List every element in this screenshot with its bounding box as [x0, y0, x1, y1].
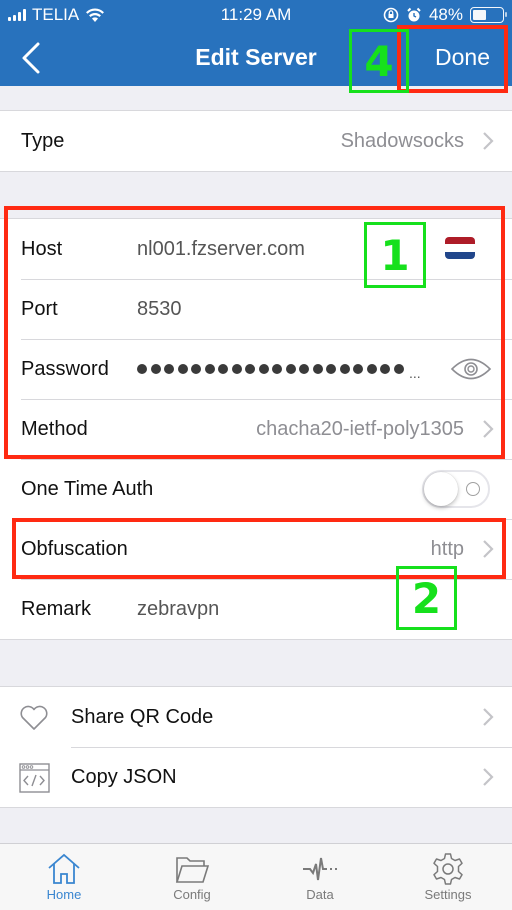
password-dot	[312, 364, 323, 374]
code-window-icon	[19, 763, 50, 793]
toggle-knob	[424, 472, 458, 506]
pulse-icon	[303, 857, 337, 881]
remark-row[interactable]: Remark zebravpn	[0, 579, 512, 639]
flag-stripe	[445, 251, 475, 259]
alarm-icon	[407, 7, 421, 22]
one-time-auth-label: One Time Auth	[21, 477, 154, 500]
password-dot	[326, 364, 336, 374]
password-input[interactable]: ...	[137, 357, 421, 381]
chevron-right-icon	[483, 132, 494, 150]
tab-data-label: Data	[306, 887, 334, 902]
password-dot	[150, 364, 161, 374]
done-button[interactable]: Done	[435, 44, 490, 71]
type-section: Type Shadowsocks	[0, 110, 512, 172]
type-row[interactable]: Type Shadowsocks	[0, 111, 512, 171]
password-dot	[339, 364, 350, 374]
type-value: Shadowsocks	[340, 129, 464, 152]
remark-label: Remark	[21, 597, 92, 620]
netherlands-flag-icon[interactable]	[445, 237, 475, 259]
method-row[interactable]: Method chacha20-ietf-poly1305	[0, 399, 512, 459]
copy-json-label: Copy JSON	[71, 765, 177, 788]
password-dot	[258, 364, 269, 374]
tab-settings[interactable]: Settings	[384, 844, 512, 910]
flag-stripe	[445, 244, 475, 252]
tab-config[interactable]: Config	[128, 844, 256, 910]
password-dot	[245, 364, 255, 374]
password-ellipsis: ...	[409, 365, 421, 381]
password-dot	[272, 364, 282, 374]
password-dot	[218, 364, 228, 374]
password-label: Password	[21, 357, 109, 380]
tab-settings-label: Settings	[424, 887, 472, 902]
host-input[interactable]: nl001.fzserver.com	[137, 238, 305, 261]
eye-icon[interactable]	[450, 356, 492, 382]
password-row[interactable]: Password ...	[0, 339, 512, 399]
password-dot	[231, 364, 242, 374]
one-time-auth-toggle[interactable]	[422, 470, 490, 508]
password-dot	[204, 364, 215, 374]
password-dot	[285, 364, 296, 374]
share-qr-code-row[interactable]: Share QR Code	[0, 687, 512, 747]
password-dot	[366, 364, 377, 374]
password-dot	[137, 364, 147, 374]
copy-json-row[interactable]: Copy JSON	[0, 747, 512, 807]
gear-icon	[433, 853, 463, 885]
chevron-right-icon	[483, 708, 494, 726]
obfuscation-value: http	[430, 537, 464, 560]
tab-home[interactable]: Home	[0, 844, 128, 910]
status-bar: TELIA 11:29 AM 48%	[0, 0, 512, 30]
battery-icon	[470, 7, 507, 23]
navigation-bar: Edit Server Done	[0, 30, 512, 86]
password-dot	[191, 364, 201, 374]
tab-bar: Home Config Data Settings	[0, 843, 512, 910]
chevron-right-icon	[483, 540, 494, 558]
method-value: chacha20-ietf-poly1305	[256, 417, 464, 440]
one-time-auth-row: One Time Auth	[0, 459, 512, 519]
tab-config-label: Config	[173, 887, 211, 902]
folder-icon	[175, 857, 210, 883]
flag-stripe	[445, 237, 475, 245]
type-label: Type	[21, 129, 65, 152]
port-row[interactable]: Port 8530	[0, 279, 512, 339]
remark-input[interactable]: zebravpn	[137, 598, 219, 621]
tab-home-label: Home	[46, 887, 82, 902]
server-settings-section: Host nl001.fzserver.com Port 8530 Passwo…	[0, 218, 512, 640]
header: TELIA 11:29 AM 48% Edit Server Done	[0, 0, 512, 86]
host-row[interactable]: Host nl001.fzserver.com	[0, 219, 512, 279]
password-dot	[353, 364, 363, 374]
method-label: Method	[21, 417, 88, 440]
host-label: Host	[21, 237, 63, 260]
obfuscation-label: Obfuscation	[21, 537, 128, 560]
obfuscation-row[interactable]: Obfuscation http	[0, 519, 512, 579]
share-qr-code-label: Share QR Code	[71, 705, 214, 728]
battery-percent: 48%	[428, 5, 463, 24]
orientation-lock-icon	[383, 7, 399, 23]
chevron-right-icon	[483, 768, 494, 786]
password-dot	[299, 364, 309, 374]
tab-data[interactable]: Data	[256, 844, 384, 910]
chevron-right-icon	[483, 420, 494, 438]
port-input[interactable]: 8530	[137, 298, 182, 321]
home-icon	[48, 853, 80, 884]
toggle-off-indicator	[466, 482, 480, 496]
port-label: Port	[21, 297, 58, 320]
actions-section: Share QR Code Copy JSON	[0, 686, 512, 808]
password-dot	[164, 364, 174, 374]
heart-icon	[20, 705, 48, 730]
password-dot	[393, 364, 404, 374]
password-dot	[380, 364, 390, 374]
password-dot	[177, 364, 188, 374]
